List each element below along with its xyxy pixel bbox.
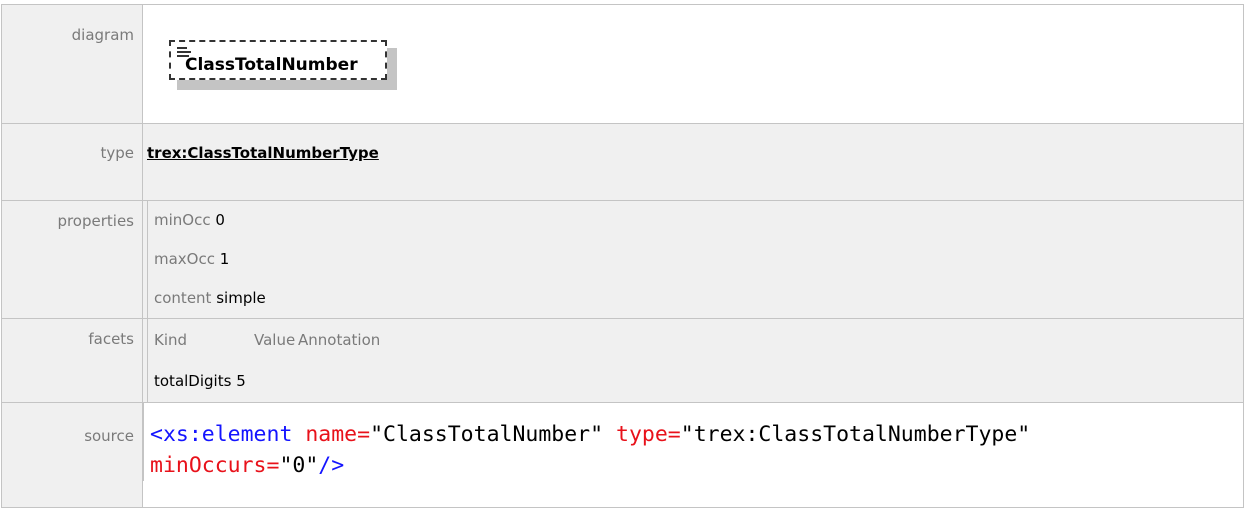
source-attr-name: name= (305, 422, 371, 447)
facets-cell: Kind Value Annotation totalDigits 5 (142, 318, 1244, 403)
diagram-cell: ClassTotalNumber (142, 4, 1244, 124)
facets-header-annotation: Annotation (298, 331, 381, 349)
diagram: ClassTotalNumber (147, 5, 1243, 102)
row-type: type trex:ClassTotalNumberType (1, 123, 1244, 201)
label-properties: properties (1, 200, 143, 319)
properties-cell: minOcc 0 maxOcc 1 content simple (142, 200, 1244, 319)
diagram-element-box[interactable]: ClassTotalNumber (169, 40, 387, 80)
property-key: minOcc (154, 211, 211, 229)
property-value: 0 (215, 211, 225, 229)
facets-header-kind: Kind (154, 331, 188, 349)
label-facets: facets (1, 318, 143, 403)
type-link[interactable]: trex:ClassTotalNumberType (147, 144, 379, 162)
facet-kind: totalDigits (154, 372, 232, 390)
source-attr-type: type= (603, 422, 681, 447)
property-value: 1 (219, 250, 230, 268)
row-facets: facets Kind Value Annotation totalDigits 5 (1, 318, 1244, 403)
property-row: minOcc 0 (147, 201, 1243, 240)
source-cell: <xs:element name="ClassTotalNumber" type… (142, 402, 1244, 508)
source-open-tag: <xs:element (150, 422, 306, 447)
label-diagram: diagram (1, 4, 143, 124)
source-attr-minoccurs: minOccurs= (150, 453, 280, 478)
facets-header-value: Value (254, 331, 296, 349)
diagram-element-name: ClassTotalNumber (185, 55, 358, 75)
facet-row: totalDigits 5 (147, 361, 1243, 402)
element-doc-table: diagram ClassTotalNumber type trex:Class… (1, 4, 1244, 508)
property-key: content (154, 289, 212, 307)
source-val-minoccurs: "0" (279, 453, 319, 478)
label-facets-text: facets (88, 330, 134, 348)
label-properties-text: properties (57, 212, 134, 230)
source-code: <xs:element name="ClassTotalNumber" type… (143, 403, 1243, 481)
facet-value: 5 (236, 372, 246, 390)
property-value: simple (216, 289, 266, 307)
property-key: maxOcc (154, 250, 215, 268)
row-diagram: diagram ClassTotalNumber (1, 4, 1244, 124)
row-source: source <xs:element name="ClassTotalNumbe… (1, 402, 1244, 508)
label-type: type (1, 123, 143, 201)
row-properties: properties minOcc 0 maxOcc 1 content sim… (1, 200, 1244, 319)
property-row: content simple (147, 279, 1243, 318)
source-val-type: "trex:ClassTotalNumberType" (680, 422, 1031, 447)
source-val-name: "ClassTotalNumber" (370, 422, 604, 447)
property-row: maxOcc 1 (147, 240, 1243, 279)
label-source: source (1, 402, 143, 508)
source-close-tag: /> (318, 453, 345, 478)
facets-header: Kind Value Annotation (147, 319, 1243, 361)
type-cell: trex:ClassTotalNumberType (142, 123, 1244, 201)
